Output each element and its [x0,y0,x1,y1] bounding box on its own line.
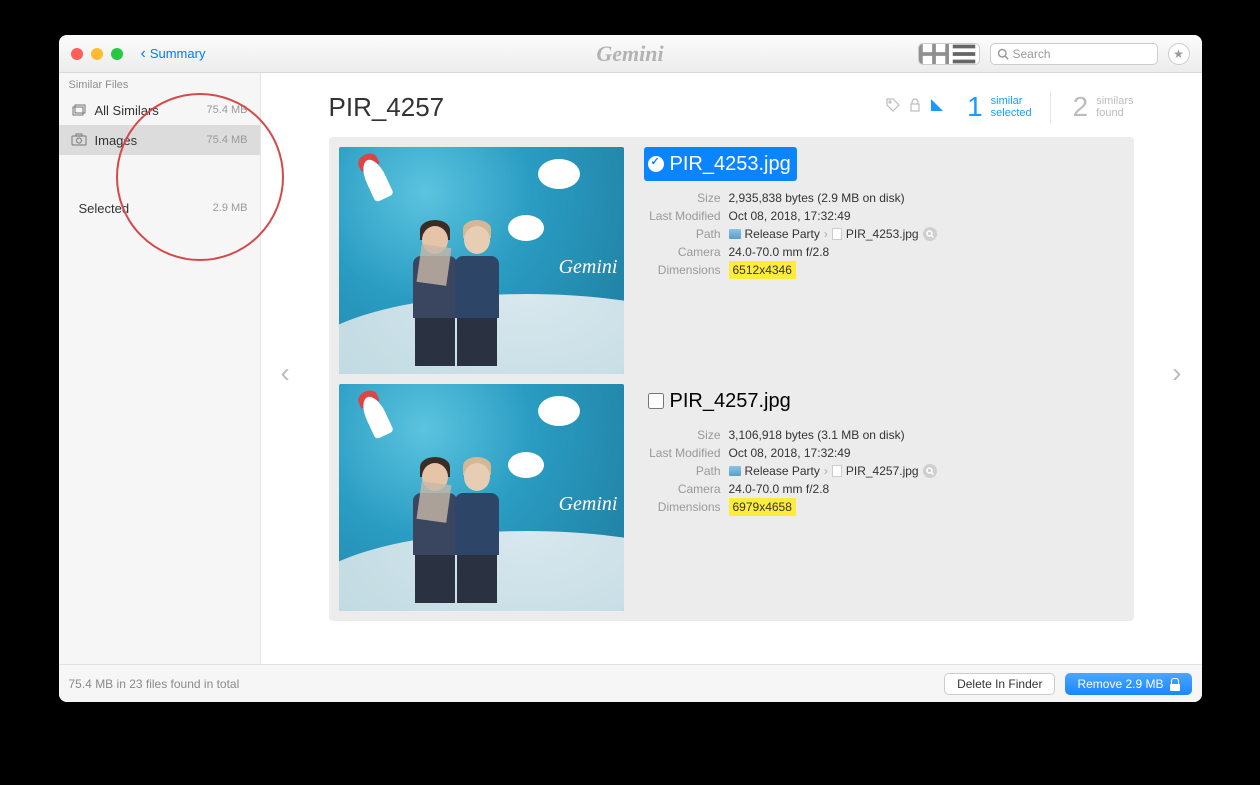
file-details: PIR_4253.jpg Size2,935,838 bytes (2.9 MB… [644,147,1124,374]
footer: 75.4 MB in 23 files found in total Delet… [59,664,1202,702]
file-card: Gemini PIR_4253.jpg Size2,935,8 [339,147,1124,374]
path-separator-icon: › [824,462,828,480]
meta-label-modified: Last Modified [644,207,729,225]
stat-found-label: similars found [1096,95,1133,119]
stat-found-count: 2 [1073,91,1089,123]
thumbnail[interactable]: Gemini [339,384,624,611]
sidebar-selected[interactable]: Selected 2.9 MB [59,193,260,223]
triangle-icon[interactable] [929,97,945,117]
meta-label-camera: Camera [644,243,729,261]
page-title: PIR_4257 [329,92,445,123]
content: ‹ › PIR_4257 1 similar [260,73,1202,664]
chevron-left-icon: ‹ [141,45,146,63]
toolbar-right: Search ★ [918,43,1190,65]
meta-label-dimensions: Dimensions [644,261,729,279]
stat-selected: 1 similar selected [967,91,1032,123]
sidebar-header: Similar Files [59,73,260,95]
folder-icon [729,466,741,476]
meta-value-path: Release Party › PIR_4253.jpg [729,225,937,243]
meta-label-dimensions: Dimensions [644,498,729,516]
close-icon[interactable] [71,48,83,60]
meta-label-camera: Camera [644,480,729,498]
body: Similar Files All Similars 75.4 MB Image… [59,73,1202,664]
meta-value-path: Release Party › PIR_4257.jpg [729,462,937,480]
meta-label-path: Path [644,462,729,480]
footer-actions: Delete In Finder Remove 2.9 MB [944,673,1191,695]
content-header: PIR_4257 1 similar selected [329,73,1134,137]
file-title[interactable]: PIR_4257.jpg [644,384,797,418]
file-icon [832,465,842,477]
app-logo: Gemini [596,41,663,67]
remove-button[interactable]: Remove 2.9 MB [1065,673,1191,695]
meta-value-size: 2,935,838 bytes (2.9 MB on disk) [729,189,905,207]
footer-status: 75.4 MB in 23 files found in total [69,677,240,691]
sidebar-item-images[interactable]: Images 75.4 MB [59,125,260,155]
cards: Gemini PIR_4253.jpg Size2,935,8 [329,137,1134,621]
grid-view-icon[interactable] [919,44,949,64]
prev-button[interactable]: ‹ [281,357,290,389]
camera-icon [71,132,87,148]
sidebar-item-size: 75.4 MB [207,104,248,116]
maximize-icon[interactable] [111,48,123,60]
sidebar-item-size: 75.4 MB [207,134,248,146]
search-input[interactable]: Search [990,43,1158,65]
back-label: Summary [150,46,206,61]
minimize-icon[interactable] [91,48,103,60]
reveal-in-finder-button[interactable] [923,227,937,241]
stat-selected-count: 1 [967,91,983,123]
meta-value-dimensions: 6512x4346 [729,261,796,279]
view-toggle[interactable] [918,43,980,65]
file-card: Gemini PIR_4257.jpg Size3,106,9 [339,384,1124,611]
search-icon [997,48,1009,60]
meta-value-camera: 24.0-70.0 mm f/2.8 [729,243,830,261]
path-separator-icon: › [824,225,828,243]
chevron-left-icon: ‹ [281,357,290,388]
file-title[interactable]: PIR_4253.jpg [644,147,797,181]
search-placeholder: Search [1013,47,1051,61]
file-checkbox[interactable] [648,156,664,172]
meta-value-size: 3,106,918 bytes (3.1 MB on disk) [729,426,905,444]
stat-selected-label: similar selected [991,95,1032,119]
titlebar: ‹ Summary Gemini Search ★ [59,35,1202,73]
favorite-button[interactable]: ★ [1168,43,1190,65]
star-icon: ★ [1173,47,1184,61]
file-name: PIR_4257.jpg [670,390,791,413]
stack-icon [71,102,87,118]
stat-found: 2 similars found [1073,91,1134,123]
lock-icon[interactable] [907,97,923,117]
sidebar-selected-label: Selected [79,201,130,216]
sidebar: Similar Files All Similars 75.4 MB Image… [59,73,260,664]
meta-value-modified: Oct 08, 2018, 17:32:49 [729,207,851,225]
meta-value-camera: 24.0-70.0 mm f/2.8 [729,480,830,498]
sidebar-item-label: Images [95,133,138,148]
stat-divider [1050,91,1051,123]
file-name: PIR_4253.jpg [670,153,791,176]
delete-in-finder-button[interactable]: Delete In Finder [944,673,1055,695]
list-view-icon[interactable] [949,44,979,64]
thumbnail[interactable]: Gemini [339,147,624,374]
meta-value-dimensions: 6979x4658 [729,498,796,516]
sidebar-selected-size: 2.9 MB [213,202,248,214]
file-icon [832,228,842,240]
folder-icon [729,229,741,239]
meta-label-size: Size [644,426,729,444]
sidebar-item-label: All Similars [95,103,159,118]
chevron-right-icon: › [1172,357,1181,388]
next-button[interactable]: › [1172,357,1181,389]
meta-label-modified: Last Modified [644,444,729,462]
content-inner: ‹ › PIR_4257 1 similar [261,73,1202,664]
meta-value-modified: Oct 08, 2018, 17:32:49 [729,444,851,462]
window-controls [71,48,123,60]
meta-label-path: Path [644,225,729,243]
file-checkbox[interactable] [648,393,664,409]
header-icons [885,97,945,117]
meta-label-size: Size [644,189,729,207]
tag-icon[interactable] [885,97,901,117]
app-window: ‹ Summary Gemini Search ★ Simila [59,35,1202,702]
sidebar-item-all-similars[interactable]: All Similars 75.4 MB [59,95,260,125]
back-button[interactable]: ‹ Summary [141,45,206,63]
lock-icon [1170,678,1180,690]
reveal-in-finder-button[interactable] [923,464,937,478]
file-details: PIR_4257.jpg Size3,106,918 bytes (3.1 MB… [644,384,1124,611]
